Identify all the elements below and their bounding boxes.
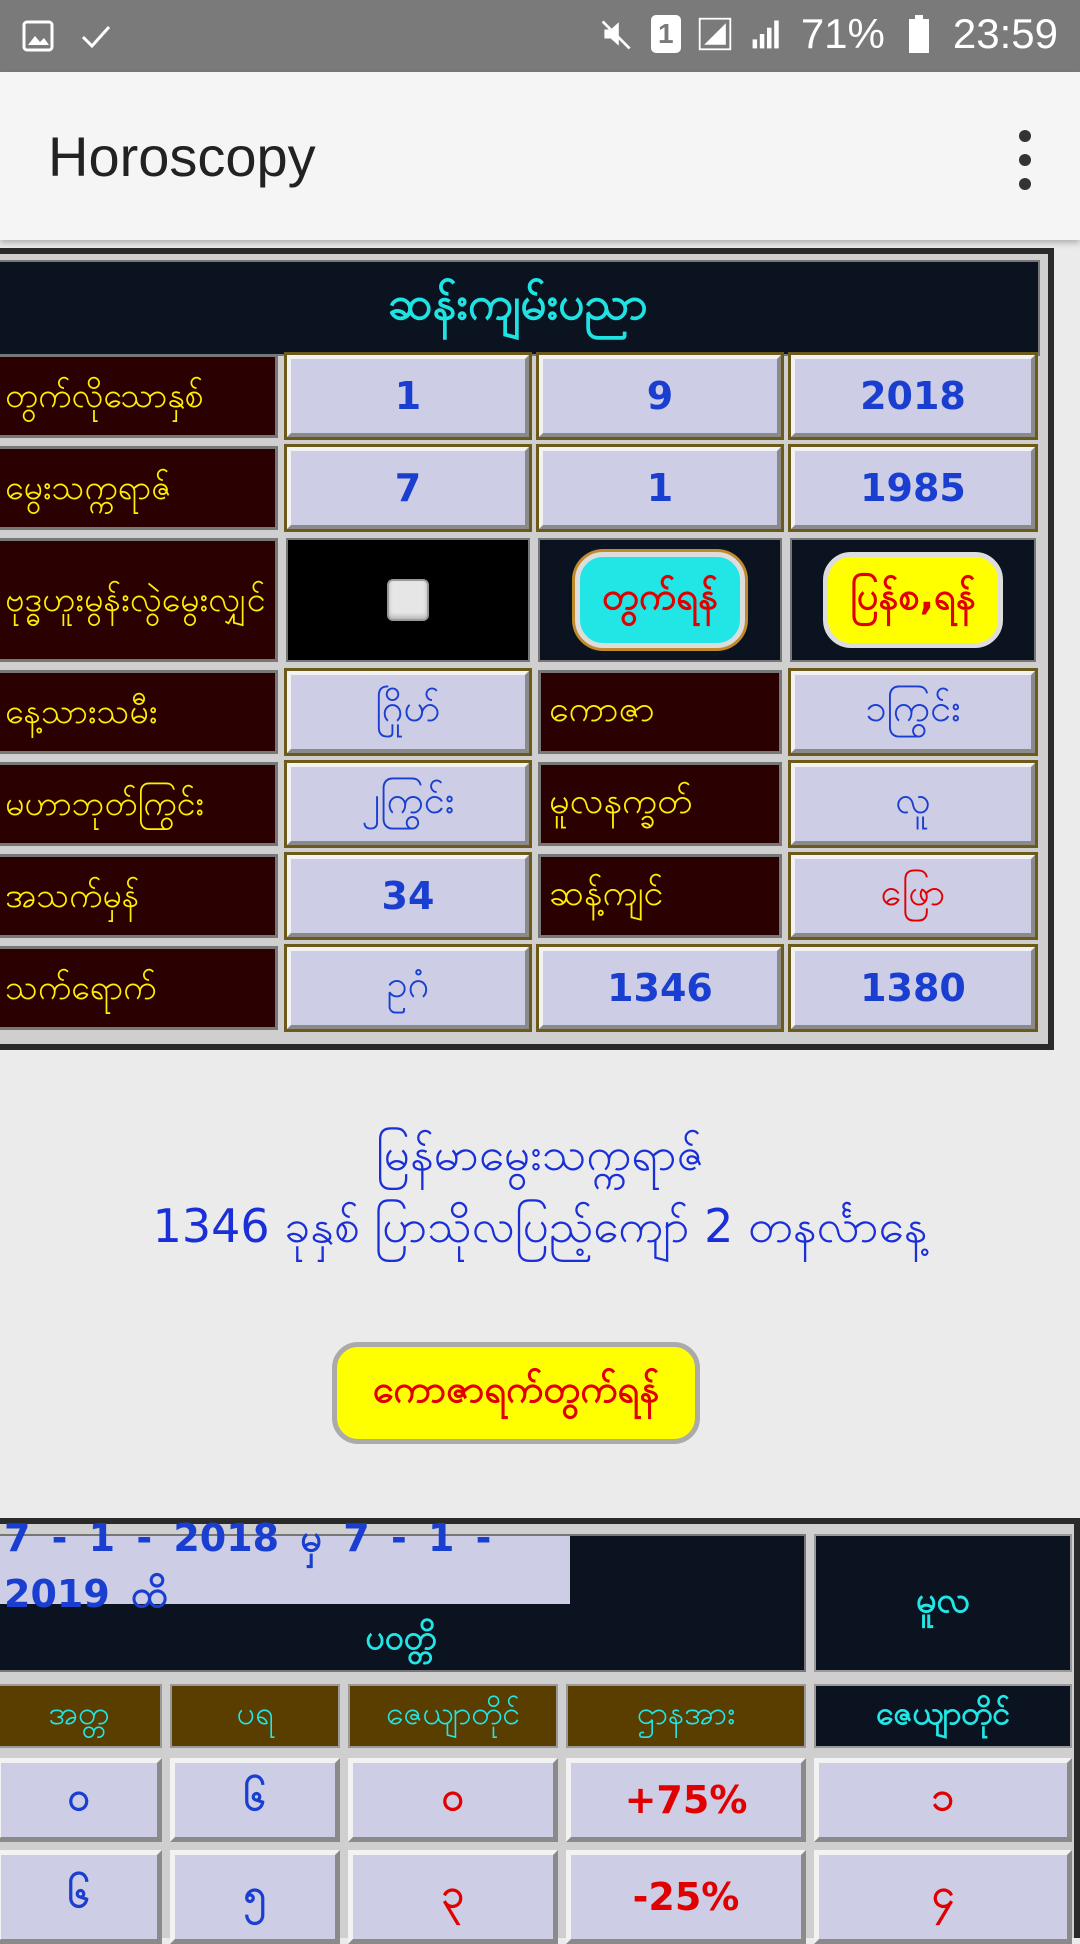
- true-age-label: အသက်မှန်: [0, 854, 278, 938]
- birth-month-input[interactable]: 1: [536, 444, 784, 532]
- table-cell: +75%: [566, 1758, 806, 1842]
- app-title: Horoscopy: [48, 125, 316, 188]
- date-range: 7 - 1 - 2018 မှ 7 - 1 - 2019 ထိ: [0, 1516, 570, 1616]
- birth-year-input[interactable]: 1985: [788, 444, 1038, 532]
- kawza-calc-button[interactable]: ကောဇာရက်တွက်ရန်: [332, 1342, 700, 1444]
- target-year-input[interactable]: 2018: [788, 352, 1038, 440]
- mahabote-value: ၂ကြွင်း: [284, 760, 532, 848]
- calc-cell: တွက်ရန်: [538, 538, 782, 662]
- table-cell: ၁: [814, 1758, 1072, 1842]
- header-para: ပရ: [170, 1684, 340, 1748]
- myanmar-birth-date: 1346 ခုနှစ် ပြာသိုလပြည့်ကျော် 2 တနင်္လာန…: [152, 1199, 928, 1253]
- overflow-menu-icon[interactable]: [1010, 130, 1040, 190]
- checkbox-cell: [286, 538, 530, 662]
- reset-cell: ပြန်စ,ရန်: [790, 538, 1036, 662]
- table-cell: ၆: [170, 1758, 340, 1842]
- mula-header: မူလ: [814, 1534, 1072, 1672]
- true-age-value: 34: [284, 852, 532, 940]
- mahabote-label: မဟာဘုတ်ကြွင်း: [0, 762, 278, 846]
- header-atta: အတ္တ: [0, 1684, 162, 1748]
- app-bar: Horoscopy: [0, 72, 1080, 240]
- opposite-value: ဖြော: [788, 852, 1038, 940]
- panel-title: ဆန်းကျမ်းပညာ: [0, 260, 1040, 356]
- table-cell: ၀: [348, 1758, 558, 1842]
- header-strength: ဌာနအား: [566, 1684, 806, 1748]
- clock: 23:59: [952, 10, 1058, 57]
- wednesday-afternoon-label: ဗုဒ္ဓဟူးမွန်းလွဲမွေးလျှင်: [0, 538, 278, 662]
- myanmar-birth-title: မြန်မာမွေးသက္ကရာဇ်: [375, 1127, 705, 1181]
- signal-bars-icon: [749, 16, 785, 52]
- year-label: တွက်လိုသောနှစ်: [0, 354, 278, 438]
- day-born-label: နေ့သားသမီး: [0, 670, 278, 754]
- header-zeya-mula: ဇေယျာတိုင်: [814, 1684, 1072, 1748]
- calculate-button[interactable]: တွက်ရန်: [575, 552, 745, 648]
- table-cell: ၄: [814, 1850, 1072, 1944]
- mute-icon: [599, 16, 635, 52]
- kawza-remainder-value: ၁ကြွင်း: [788, 668, 1038, 756]
- header-zeya: ဇေယျာတိုင်: [348, 1684, 558, 1748]
- table-cell: ၀: [0, 1758, 162, 1842]
- target-month-input[interactable]: 9: [536, 352, 784, 440]
- check-icon: [78, 18, 114, 54]
- birth-date-label: မွေးသက္ကရာဇ်: [0, 446, 278, 530]
- wednesday-pm-checkbox[interactable]: [387, 579, 429, 621]
- day-planet-value: ဂြိုဟ်: [284, 668, 532, 756]
- root-star-value: လူ: [788, 760, 1038, 848]
- birth-day-input[interactable]: 7: [284, 444, 532, 532]
- sim-icon: 1: [650, 15, 681, 53]
- target-day-input[interactable]: 1: [284, 352, 532, 440]
- opposite-label: ဆန့်ကျင်: [538, 854, 782, 938]
- image-icon: [20, 18, 56, 54]
- influence-planet-value: ဥဂံ: [284, 944, 532, 1032]
- table-cell: ၆: [0, 1850, 162, 1944]
- table-cell: ၃: [348, 1850, 558, 1944]
- reset-button[interactable]: ပြန်စ,ရန်: [823, 552, 1003, 648]
- influence-label: သက်ရောက်: [0, 946, 278, 1030]
- battery-icon: [901, 15, 937, 53]
- root-star-label: မူလနက္ခတ်: [538, 762, 782, 846]
- table-cell: ၅: [170, 1850, 340, 1944]
- table-cell: -25%: [566, 1850, 806, 1944]
- horoscope-panel: ဆန်းကျမ်းပညာ တွက်လိုသောနှစ် 1 9 2018 မွေ…: [0, 248, 1054, 1050]
- battery-percent: 71%: [800, 10, 885, 57]
- kawza-table: 7 - 1 - 2018 မှ 7 - 1 - 2019 ထိ ပဝတ္တိ မ…: [0, 1516, 1080, 1944]
- pawatti-title: ပဝတ္တိ: [365, 1617, 437, 1658]
- influence-start-year: 1346: [536, 944, 784, 1032]
- signal-icon: [697, 16, 733, 52]
- status-bar: 1 71% 23:59: [0, 0, 1080, 72]
- influence-end-year: 1380: [788, 944, 1038, 1032]
- kawza-label: ကောဇာ: [538, 670, 782, 754]
